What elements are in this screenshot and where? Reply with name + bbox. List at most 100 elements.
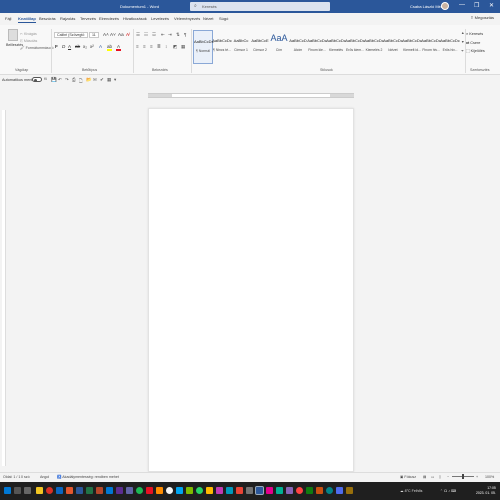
style-item[interactable]: AaBbCcDc Kiemelés 2: [364, 30, 384, 64]
tab-help[interactable]: Súgó: [219, 16, 228, 21]
spotify-icon[interactable]: [136, 487, 143, 494]
shading-icon[interactable]: ◩: [173, 44, 177, 50]
horizontal-ruler[interactable]: [148, 93, 354, 98]
accessibility-status[interactable]: ♿ Akadálymentesség: rendben mehet: [57, 475, 119, 479]
open-icon[interactable]: 📂: [86, 77, 92, 83]
search-box[interactable]: ⌕ Keresés: [190, 2, 330, 11]
style-item[interactable]: AaBbCcDc Kiemelés: [326, 30, 346, 64]
weather-widget[interactable]: ☁ 8°C Felhős: [400, 489, 422, 493]
autosave-toggle[interactable]: [32, 77, 42, 82]
app-icon-15[interactable]: [296, 487, 303, 494]
sort-icon[interactable]: ⇅: [176, 32, 180, 38]
print-preview-icon[interactable]: ⎙: [72, 77, 76, 82]
clock[interactable]: 17:05 2023. 01. 05.: [476, 486, 496, 495]
app-icon-1[interactable]: [66, 487, 73, 494]
style-item[interactable]: AaBbCcDc Erős hiv...: [440, 30, 460, 64]
tray-icons[interactable]: ⌃ ☊ ♪ ⌨: [440, 489, 456, 493]
app-icon-8[interactable]: [216, 487, 223, 494]
superscript-button[interactable]: x²: [90, 44, 94, 49]
borders-icon[interactable]: ▦: [181, 44, 185, 50]
italic-button[interactable]: D: [62, 44, 65, 49]
gallery-more-icon[interactable]: ⏷: [461, 49, 464, 53]
tab-view[interactable]: Nézet: [203, 16, 213, 21]
start-icon[interactable]: [4, 487, 11, 494]
spelling-icon[interactable]: ✔: [100, 77, 104, 83]
underline-button[interactable]: A: [68, 44, 71, 49]
tab-references[interactable]: Hivatkozások: [123, 16, 147, 21]
app-icon-14[interactable]: [286, 487, 293, 494]
style-item[interactable]: AaBbCcDc ¶ Nincs té...: [212, 30, 232, 64]
tab-file[interactable]: Fájl: [5, 16, 11, 21]
tab-mailings[interactable]: Levelezés: [151, 16, 169, 21]
task-view-icon[interactable]: [24, 487, 31, 494]
app-icon-13[interactable]: [276, 487, 283, 494]
new-document-icon[interactable]: 🗋: [79, 77, 83, 85]
minimize-button[interactable]: —: [459, 2, 465, 8]
avatar[interactable]: [441, 2, 449, 10]
style-item[interactable]: AaBbCcE Címsor 2: [250, 30, 270, 64]
app-icon-9[interactable]: [226, 487, 233, 494]
tab-draw[interactable]: Rajzolás: [60, 16, 75, 21]
multilevel-list-icon[interactable]: ☲: [152, 32, 156, 38]
language-indicator[interactable]: Angol: [40, 475, 49, 479]
clear-formatting-icon[interactable]: A̸: [126, 32, 129, 37]
style-item[interactable]: AaBbCcDc ¶ Normál: [193, 30, 214, 64]
justify-icon[interactable]: ≣: [157, 44, 161, 50]
text-effects-button[interactable]: A: [99, 44, 102, 49]
subscript-button[interactable]: x₂: [83, 44, 87, 49]
style-item[interactable]: AaBbCcDc Kiemelt id...: [402, 30, 422, 64]
tab-design[interactable]: Tervezés: [80, 16, 96, 21]
show-marks-icon[interactable]: ¶: [184, 32, 186, 37]
style-item[interactable]: AaBbCcDc Finom hiv...: [421, 30, 441, 64]
onenote-taskbar-icon[interactable]: [116, 487, 123, 494]
customize-qat-icon[interactable]: ▾: [114, 77, 116, 83]
word-count[interactable]: 0 szó: [21, 475, 30, 479]
replace-button[interactable]: ⇄ Csere: [466, 40, 480, 45]
app-icon-17[interactable]: [316, 487, 323, 494]
bold-button[interactable]: F: [55, 44, 58, 49]
app-icon-5[interactable]: [176, 487, 183, 494]
style-item[interactable]: AaA Cím: [269, 30, 289, 64]
align-right-icon[interactable]: ≡: [150, 44, 153, 49]
app-icon-19[interactable]: [336, 487, 343, 494]
app-icon-11[interactable]: [246, 487, 253, 494]
style-item[interactable]: AaBbCcDc Erős kiem...: [345, 30, 365, 64]
style-item[interactable]: AaBbCcD Alcím: [288, 30, 308, 64]
app-icon-3[interactable]: [156, 487, 163, 494]
decrease-indent-icon[interactable]: ⇤: [161, 32, 165, 38]
select-button[interactable]: ⬚ Kijelölés: [466, 48, 485, 53]
bullets-icon[interactable]: ☰: [136, 32, 140, 38]
tab-insert[interactable]: Beszúrás: [39, 16, 56, 21]
excel-taskbar-icon[interactable]: [86, 487, 93, 494]
line-spacing-icon[interactable]: ↕: [165, 44, 167, 49]
copy-button[interactable]: ⎘ Másolás: [20, 39, 37, 43]
word-taskbar-icon[interactable]: [76, 487, 83, 494]
tab-layout[interactable]: Elrendezés: [99, 16, 119, 21]
change-case-button[interactable]: Aa: [118, 32, 124, 37]
zoom-in-icon[interactable]: +: [476, 475, 478, 479]
style-item[interactable]: AaBbCc Címsor 1: [231, 30, 251, 64]
app-icon-18[interactable]: [326, 487, 333, 494]
word-active-icon[interactable]: [255, 486, 264, 495]
zoom-slider-thumb[interactable]: [462, 474, 464, 479]
style-item[interactable]: AaBbCcDc Idézet: [383, 30, 403, 64]
draw-table-icon[interactable]: ▦: [107, 77, 111, 83]
web-layout-icon[interactable]: ▯: [439, 475, 441, 479]
user-name[interactable]: Csaba László Mérő: [410, 4, 444, 9]
zoom-level[interactable]: 100%: [485, 475, 494, 479]
outlook-taskbar-icon[interactable]: [106, 487, 113, 494]
tab-review[interactable]: Véleményezés: [174, 16, 200, 21]
search-taskbar-icon[interactable]: [14, 487, 21, 494]
app-icon-10[interactable]: [236, 487, 243, 494]
shrink-font-button[interactable]: A˅: [110, 32, 116, 37]
email-icon[interactable]: ✉: [93, 77, 97, 83]
teams-taskbar-icon[interactable]: [126, 487, 133, 494]
find-button[interactable]: ⌕ Keresés: [466, 32, 483, 36]
app-icon-4[interactable]: [166, 487, 173, 494]
focus-mode-button[interactable]: ▣ Fókusz: [400, 475, 416, 479]
font-size-field[interactable]: 11: [89, 32, 99, 38]
strikethrough-button[interactable]: ab: [75, 44, 80, 49]
undo-icon[interactable]: ↶: [58, 77, 62, 83]
read-mode-icon[interactable]: ▤: [423, 475, 426, 479]
share-button[interactable]: ⇪ Megosztás: [470, 15, 494, 20]
